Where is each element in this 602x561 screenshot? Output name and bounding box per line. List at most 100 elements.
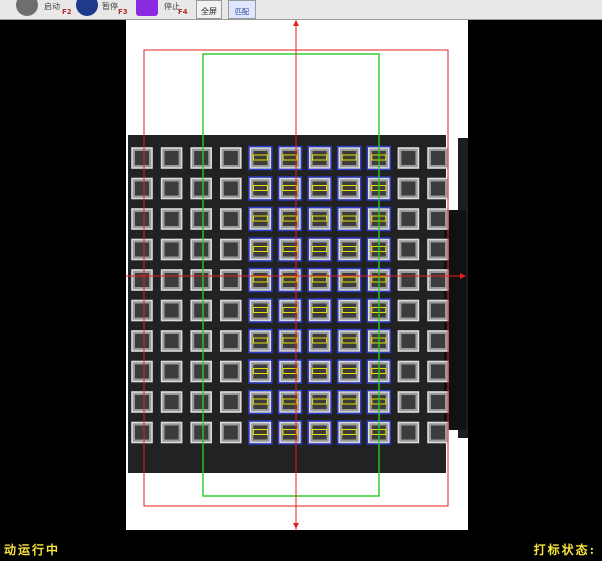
tray-chip bbox=[427, 177, 449, 200]
tray-chip bbox=[220, 391, 242, 413]
tray-chip bbox=[397, 269, 420, 291]
tray-chip bbox=[248, 420, 273, 445]
tray-chip bbox=[160, 147, 183, 169]
run-state-text: 动运行中 bbox=[4, 543, 61, 557]
tray-chip bbox=[427, 269, 449, 291]
tray-chip bbox=[131, 299, 153, 322]
tray-chip bbox=[131, 391, 153, 413]
tray-chip bbox=[190, 208, 212, 230]
tray-chip bbox=[277, 237, 303, 262]
start-button[interactable]: 启动 F2 bbox=[8, 0, 72, 18]
play-icon bbox=[16, 0, 38, 16]
tray-chip bbox=[190, 299, 212, 322]
tray-chip bbox=[160, 421, 183, 444]
tray-chip bbox=[397, 391, 420, 413]
tray-chip bbox=[220, 208, 242, 230]
tray-chip bbox=[131, 421, 153, 444]
tray-chip bbox=[131, 360, 153, 383]
tray-chip bbox=[160, 299, 183, 322]
tray-chip bbox=[220, 299, 242, 322]
tray-chip bbox=[160, 360, 183, 383]
tray-chip bbox=[220, 421, 242, 444]
tray-chip bbox=[307, 328, 332, 354]
tray-chip bbox=[277, 267, 303, 293]
tray-chip bbox=[307, 420, 332, 445]
status-bar: 动运行中 打标状态: bbox=[0, 530, 602, 561]
tray-chip bbox=[397, 177, 420, 200]
tray-chip bbox=[277, 328, 303, 354]
tray-chip bbox=[131, 238, 153, 261]
pause-icon bbox=[76, 0, 98, 16]
camera-viewport[interactable] bbox=[126, 20, 468, 530]
tray-chip bbox=[248, 298, 273, 323]
camera-image bbox=[126, 20, 468, 530]
toolbar: 启动 F2 暂停 F3 停止 F4 全屏 匹配 bbox=[0, 0, 602, 20]
fullscreen-button[interactable]: 全屏 bbox=[196, 0, 222, 19]
tray-chip bbox=[307, 176, 332, 201]
tray-chip bbox=[190, 147, 212, 169]
tray-chip bbox=[160, 238, 183, 261]
tray-chip bbox=[160, 391, 183, 413]
tray-chip bbox=[277, 359, 303, 384]
tray-chip bbox=[336, 298, 362, 323]
tray-chip bbox=[427, 330, 449, 352]
tray-chip bbox=[336, 145, 362, 171]
tray-chip bbox=[277, 389, 303, 415]
tray-chip bbox=[220, 360, 242, 383]
tray-chip bbox=[336, 176, 362, 201]
tray-chip bbox=[131, 177, 153, 200]
tray-chip bbox=[307, 389, 332, 415]
stop-button[interactable]: 停止 F4 bbox=[136, 0, 194, 18]
pause-button[interactable]: 暂停 F3 bbox=[72, 0, 132, 18]
tray-chip bbox=[277, 298, 303, 323]
tray-chip bbox=[397, 330, 420, 352]
tray-chip bbox=[427, 391, 449, 413]
tray-chip bbox=[220, 330, 242, 352]
match-button[interactable]: 匹配 bbox=[228, 0, 256, 19]
tray-chip bbox=[248, 176, 273, 201]
tray-chip bbox=[190, 330, 212, 352]
tray-chip bbox=[248, 389, 273, 415]
tray-chip bbox=[336, 389, 362, 415]
tray-chip bbox=[307, 237, 332, 262]
mark-status-label: 打标状态: bbox=[533, 543, 596, 557]
tray-chip bbox=[190, 421, 212, 444]
tray-chip bbox=[160, 177, 183, 200]
tray-chip bbox=[307, 359, 332, 384]
tray-chip bbox=[397, 208, 420, 230]
tray-chip bbox=[190, 269, 212, 291]
tray-chip bbox=[336, 359, 362, 384]
tray-chip bbox=[248, 359, 273, 384]
stop-icon bbox=[136, 0, 158, 16]
tray-chip bbox=[397, 421, 420, 444]
tray-chip bbox=[248, 328, 273, 354]
tray-chip bbox=[336, 420, 362, 445]
tray-chip bbox=[397, 147, 420, 169]
tray-chip bbox=[160, 208, 183, 230]
tray-chip bbox=[427, 238, 449, 261]
tray-chip bbox=[160, 269, 183, 291]
tray-chip bbox=[427, 421, 449, 444]
tray-chip bbox=[307, 298, 332, 323]
tray-chip bbox=[336, 206, 362, 232]
tray-chip bbox=[336, 328, 362, 354]
right-black-panel bbox=[468, 20, 602, 530]
tray-chip bbox=[277, 206, 303, 232]
tray-chip bbox=[427, 299, 449, 322]
tray-chip bbox=[336, 237, 362, 262]
tray-chip bbox=[427, 208, 449, 230]
tray-chip bbox=[427, 360, 449, 383]
tray-chip bbox=[190, 238, 212, 261]
left-black-panel bbox=[0, 20, 126, 530]
tray-chip bbox=[220, 238, 242, 261]
tray-chip bbox=[277, 420, 303, 445]
tray-chip bbox=[397, 238, 420, 261]
tray-chip bbox=[131, 330, 153, 352]
tray-chip bbox=[307, 267, 332, 293]
tray-chip bbox=[131, 269, 153, 291]
tray-chip bbox=[336, 267, 362, 293]
tray-chip bbox=[160, 330, 183, 352]
tray-chip bbox=[190, 177, 212, 200]
tray-chip bbox=[248, 145, 273, 171]
tray-chip bbox=[131, 147, 153, 169]
